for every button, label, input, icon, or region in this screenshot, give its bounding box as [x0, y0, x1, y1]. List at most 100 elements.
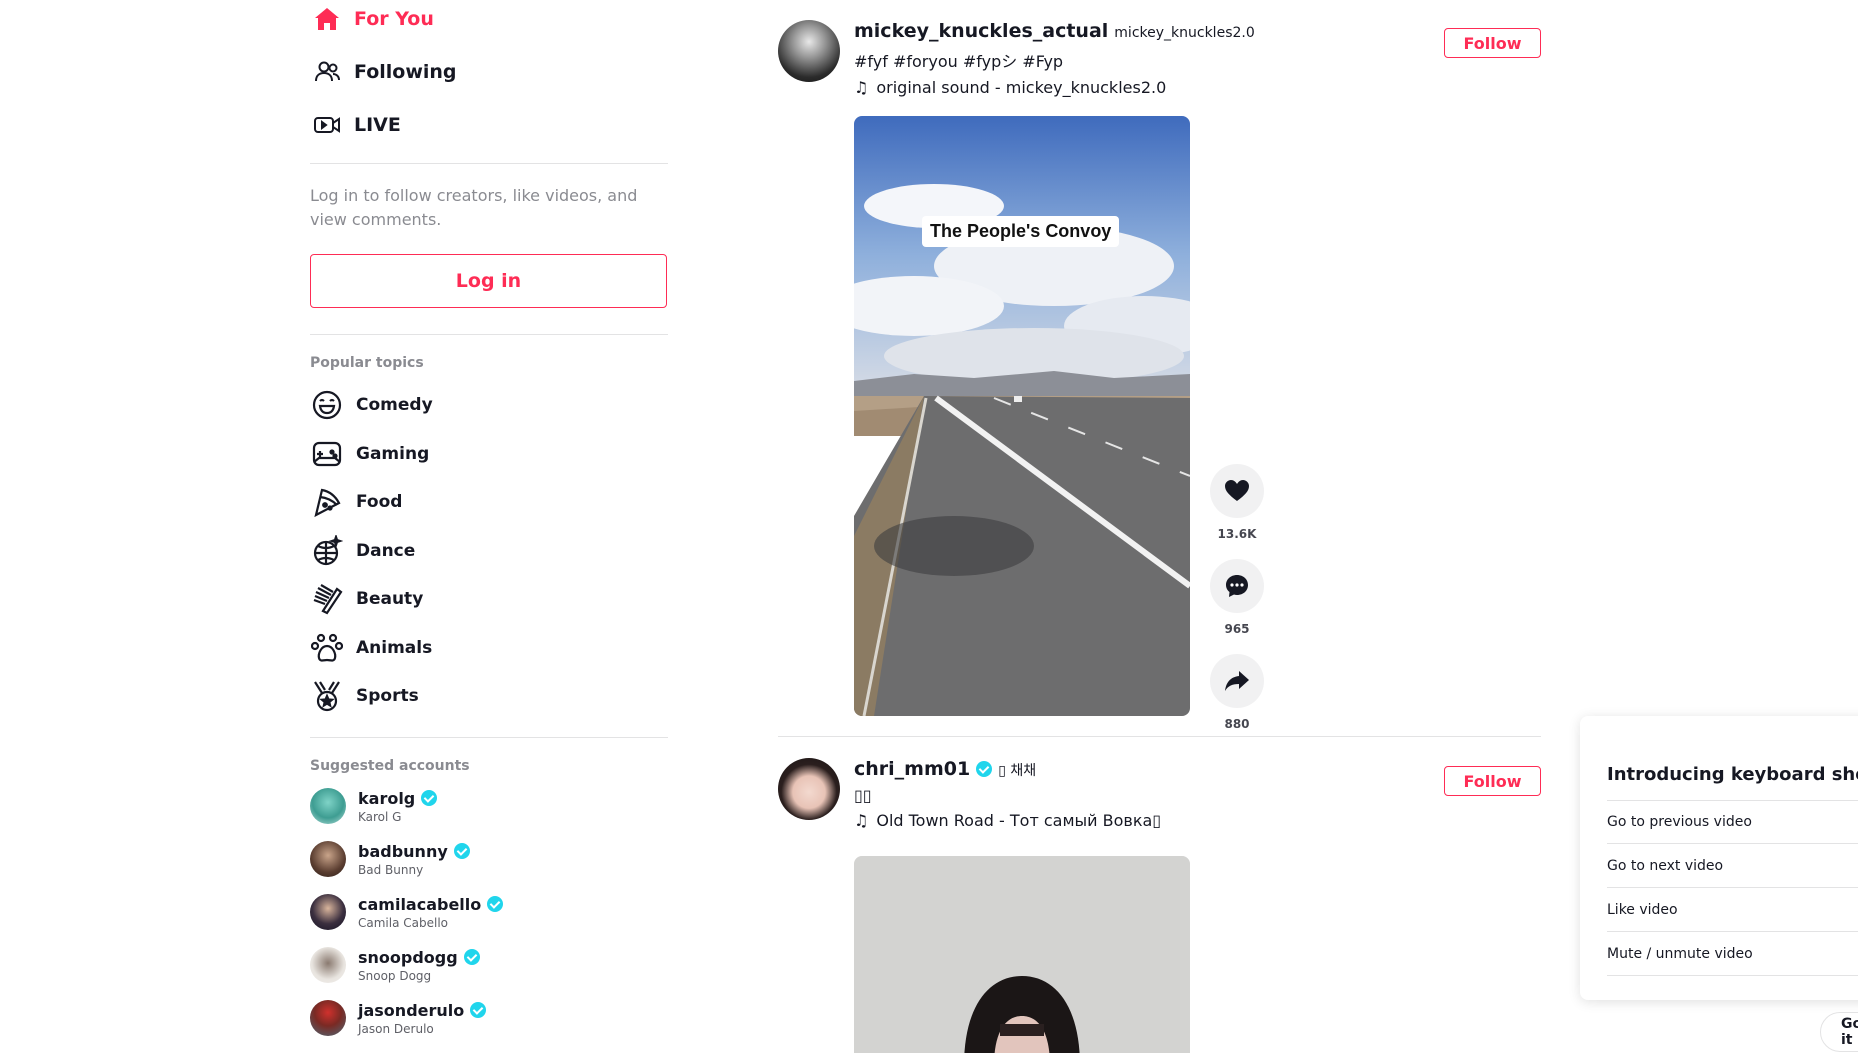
disco-ball-icon — [310, 534, 344, 568]
video-frame — [854, 116, 1190, 716]
verified-icon — [421, 790, 438, 806]
topic-label: Comedy — [356, 395, 433, 416]
popular-topics-title: Popular topics — [310, 355, 424, 371]
login-button[interactable]: Log in — [310, 254, 667, 308]
nav-label: Following — [354, 60, 457, 83]
comment-action[interactable]: 965 — [1210, 559, 1264, 636]
shortcut-row: Mute / unmute video — [1607, 932, 1858, 976]
avatar — [310, 841, 346, 877]
avatar — [310, 947, 346, 983]
verified-icon — [470, 1002, 487, 1018]
keyboard-shortcuts-popup: Introducing keyboard shortcuts! Go to pr… — [1580, 716, 1858, 1000]
music-link[interactable]: ♫ Old Town Road - Тот самый Вовка▯ — [854, 811, 1161, 830]
share-icon[interactable] — [1210, 654, 1264, 708]
divider — [310, 736, 668, 738]
avatar — [310, 1000, 346, 1036]
comment-count: 965 — [1224, 622, 1250, 636]
topic-sports[interactable]: Sports — [310, 672, 668, 721]
verified-icon — [487, 896, 504, 912]
account-username: snoopdogg — [358, 947, 458, 967]
heart-icon[interactable] — [1210, 464, 1264, 518]
post-caption[interactable]: #fyf #foryou #fypシ #Fyp — [854, 48, 1255, 72]
topic-food[interactable]: Food — [310, 478, 668, 527]
music-link[interactable]: ♫ original sound - mickey_knuckles2.0 — [854, 78, 1255, 97]
topic-beauty[interactable]: Beauty — [310, 575, 668, 624]
comment-icon[interactable] — [1210, 559, 1264, 613]
people-icon — [310, 55, 344, 89]
topic-label: Food — [356, 492, 403, 513]
avatar — [310, 894, 346, 930]
topic-dance[interactable]: Dance — [310, 527, 668, 576]
shortcut-row: Like video — [1607, 888, 1858, 932]
account-username: jasonderulo — [358, 1000, 465, 1020]
keyboard-shortcuts-title: Introducing keyboard shortcuts! — [1607, 764, 1858, 785]
share-action[interactable]: 880 — [1210, 654, 1264, 731]
sidebar: For You Following LIVE Log in to follow … — [310, 0, 668, 1045]
divider — [310, 163, 668, 164]
video-player[interactable]: The People's Convoy — [854, 116, 1190, 716]
account-name: Karol G — [358, 809, 402, 824]
nav-live[interactable]: LIVE — [310, 98, 668, 151]
pizza-icon — [310, 485, 344, 519]
account-username: camilacabello — [358, 894, 482, 914]
suggested-account[interactable]: karolg Karol G — [310, 780, 668, 833]
suggested-account[interactable]: snoopdogg Snoop Dogg — [310, 939, 668, 992]
video-frame — [854, 856, 1190, 1053]
home-icon — [310, 2, 344, 36]
share-count: 880 — [1224, 717, 1250, 731]
music-note-icon: ♫ — [854, 811, 869, 830]
author-handle[interactable]: mickey_knuckles2.0 — [1114, 25, 1254, 41]
music-title: original sound - mickey_knuckles2.0 — [876, 78, 1167, 97]
video-actions: 13.6K 965 880 — [1210, 464, 1264, 749]
verified-icon — [976, 761, 993, 777]
suggested-account[interactable]: camilacabello Camila Cabello — [310, 886, 668, 939]
music-title: Old Town Road - Тот самый Вовка▯ — [876, 811, 1162, 830]
author-avatar[interactable] — [778, 758, 840, 820]
nav-following[interactable]: Following — [310, 45, 668, 98]
gamepad-icon — [310, 437, 344, 471]
got-it-button[interactable]: Got it — [1820, 1012, 1858, 1052]
account-name: Bad Bunny — [358, 862, 424, 877]
nav-for-you[interactable]: For You — [310, 0, 668, 45]
author-username[interactable]: chri_mm01 — [854, 758, 970, 780]
video-post: mickey_knuckles_actual mickey_knuckles2.… — [778, 20, 1541, 731]
author-username[interactable]: mickey_knuckles_actual — [854, 20, 1108, 42]
avatar — [310, 788, 346, 824]
follow-button[interactable]: Follow — [1444, 28, 1541, 58]
paw-icon — [310, 631, 344, 665]
verified-icon — [463, 949, 480, 965]
video-overlay-text: The People's Convoy — [922, 216, 1120, 247]
shortcut-row: Go to next video — [1607, 844, 1858, 888]
author-handle[interactable]: ▯ 채채 — [998, 760, 1036, 780]
account-username: badbunny — [358, 841, 448, 861]
medal-icon — [310, 679, 344, 713]
topic-animals[interactable]: Animals — [310, 624, 668, 673]
follow-button[interactable]: Follow — [1444, 766, 1541, 796]
shortcut-row: Go to previous video — [1607, 800, 1858, 844]
account-name: Snoop Dogg — [358, 968, 432, 983]
post-caption[interactable]: ▯▯ — [854, 786, 1161, 805]
nav-label: For You — [354, 7, 434, 30]
smile-icon — [310, 388, 344, 422]
like-count: 13.6K — [1217, 527, 1257, 541]
divider — [310, 334, 668, 335]
post-meta: chri_mm01 ▯ 채채 ▯▯ ♫ Old Town Road - Тот … — [854, 758, 1161, 830]
verified-icon — [453, 843, 470, 859]
account-username: karolg — [358, 788, 416, 808]
topic-label: Sports — [356, 686, 419, 707]
nav-label: LIVE — [354, 113, 401, 136]
account-name: Jason Derulo — [358, 1021, 434, 1036]
topic-label: Dance — [356, 540, 416, 561]
comb-icon — [310, 582, 344, 616]
music-note-icon: ♫ — [854, 78, 869, 97]
suggested-accounts-title: Suggested accounts — [310, 757, 470, 774]
login-hint: Log in to follow creators, like videos, … — [310, 186, 638, 229]
like-action[interactable]: 13.6K — [1210, 464, 1264, 541]
topic-comedy[interactable]: Comedy — [310, 381, 668, 430]
author-avatar[interactable] — [778, 20, 840, 82]
video-player[interactable] — [854, 856, 1190, 1053]
suggested-account[interactable]: jasonderulo Jason Derulo — [310, 992, 668, 1045]
topic-gaming[interactable]: Gaming — [310, 430, 668, 479]
topic-label: Gaming — [356, 443, 430, 464]
suggested-account[interactable]: badbunny Bad Bunny — [310, 833, 668, 886]
